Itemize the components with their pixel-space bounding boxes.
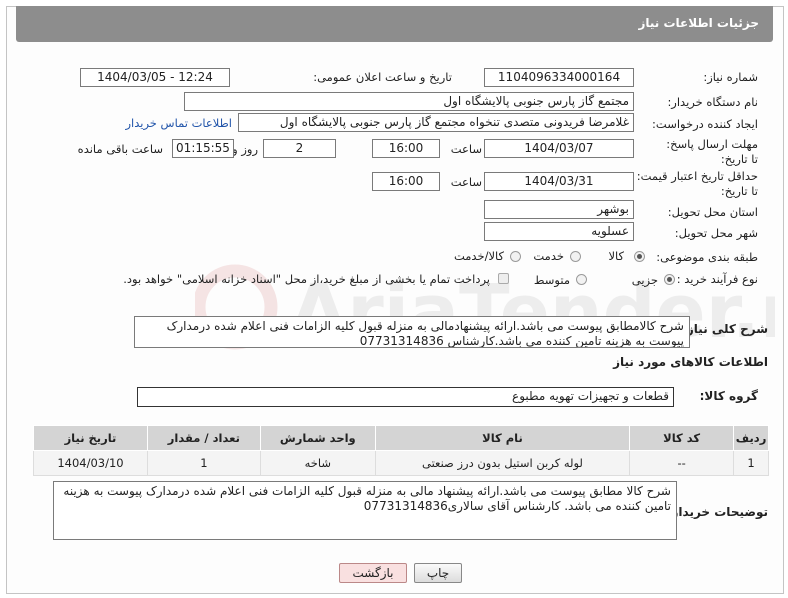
process-label: نوع فرآیند خرید : [676,272,758,286]
province-label: استان محل تحویل: [667,205,758,219]
goods-group-field: قطعات و تجهیزات تهویه مطبوع [137,387,674,407]
validity-date-field: 1404/03/31 [484,172,634,191]
column-header: ردیف [733,425,769,451]
days-field: 2 [263,139,336,158]
deadline-time-label: ساعت [450,142,482,156]
process-radio-medium[interactable] [576,274,587,285]
creator-label: ایجاد کننده درخواست: [652,117,758,131]
city-label: شهر محل تحویل: [674,226,758,240]
process-option-medium: متوسط [533,273,570,287]
process-option-minor: جزیی [631,273,658,287]
city-field: عسلویه [484,222,634,241]
table-cell: 1 [733,450,769,476]
announce-datetime-field: 1404/03/05 - 12:24 [80,68,230,87]
table-header-row: ردیف کد کالا نام کالا واحد شمارش تعداد /… [33,425,769,451]
category-option-service: خدمت [533,249,564,263]
table-cell: لوله کربن استیل بدون درز صنعتی [374,450,631,476]
column-header: کد کالا [629,425,735,451]
category-option-goods-service: کالا/خدمت [453,249,504,263]
category-radio-goods[interactable] [634,251,645,262]
column-header: تاریخ نیاز [33,425,148,451]
deadline-label: مهلت ارسال پاسخ: تا تاریخ: [666,137,758,166]
goods-section-title: اطلاعات کالاهای مورد نیاز [613,355,768,369]
remaining-time-field: 01:15:55 [172,139,234,158]
table-cell: شاخه [259,450,376,476]
page-title: جزئیات اطلاعات نیاز [638,16,759,30]
payment-checkbox[interactable] [498,273,509,284]
category-radio-goods-service[interactable] [510,251,521,262]
goods-table: ردیف کد کالا نام کالا واحد شمارش تعداد /… [33,425,769,476]
category-radio-service[interactable] [570,251,581,262]
need-number-field: 1104096334000164 [484,68,634,87]
column-header: واحد شمارش [259,425,376,451]
description-textarea[interactable]: شرح کالامطابق پیوست می باشد.ارائه پیشنها… [134,316,690,348]
deadline-date-field: 1404/03/07 [484,139,634,158]
category-label: طبقه بندی موضوعی: [656,250,758,264]
table-row: 1 -- لوله کربن استیل بدون درز صنعتی شاخه… [33,450,769,476]
announce-label: تاریخ و ساعت اعلان عمومی: [313,70,452,84]
column-header: نام کالا [374,425,631,451]
buyer-org-field: مجتمع گاز پارس جنوبی پالایشگاه اول [184,92,634,111]
column-header: تعداد / مقدار [146,425,261,451]
description-label: شرح کلی نیاز: [682,322,768,336]
province-field: بوشهر [484,200,634,219]
buyer-contact-link[interactable]: اطلاعات تماس خریدار [125,116,232,130]
category-option-goods: کالا [608,249,624,263]
deadline-time-field: 16:00 [372,139,440,158]
print-button[interactable]: چاپ [414,563,462,583]
process-radio-minor[interactable] [664,274,675,285]
creator-field: غلامرضا فریدونی متصدی تنخواه مجتمع گاز پ… [238,113,634,132]
buyer-org-label: نام دستگاه خریدار: [667,95,758,109]
back-button[interactable]: بازگشت [339,563,407,583]
goods-group-label: گروه کالا: [699,389,758,403]
table-cell: -- [629,450,735,476]
buyer-notes-label: توضیحات خریدار: [666,505,768,519]
need-number-label: شماره نیاز: [703,70,758,84]
days-label: روز و [232,142,258,156]
table-cell: 1 [146,450,261,476]
validity-label: حداقل تاریخ اعتبار قیمت: تا تاریخ: [636,169,758,198]
page-header: جزئیات اطلاعات نیاز [16,6,773,42]
table-cell: 1404/03/10 [33,450,148,476]
payment-note: پرداخت تمام یا بخشی از مبلغ خرید،از محل … [123,272,490,286]
buyer-notes-textarea[interactable]: شرح کالا مطابق پیوست می باشد.ارائه پیشنه… [53,481,677,540]
remaining-label: ساعت باقی مانده [77,142,163,156]
validity-time-label: ساعت [450,175,482,189]
validity-time-field: 16:00 [372,172,440,191]
